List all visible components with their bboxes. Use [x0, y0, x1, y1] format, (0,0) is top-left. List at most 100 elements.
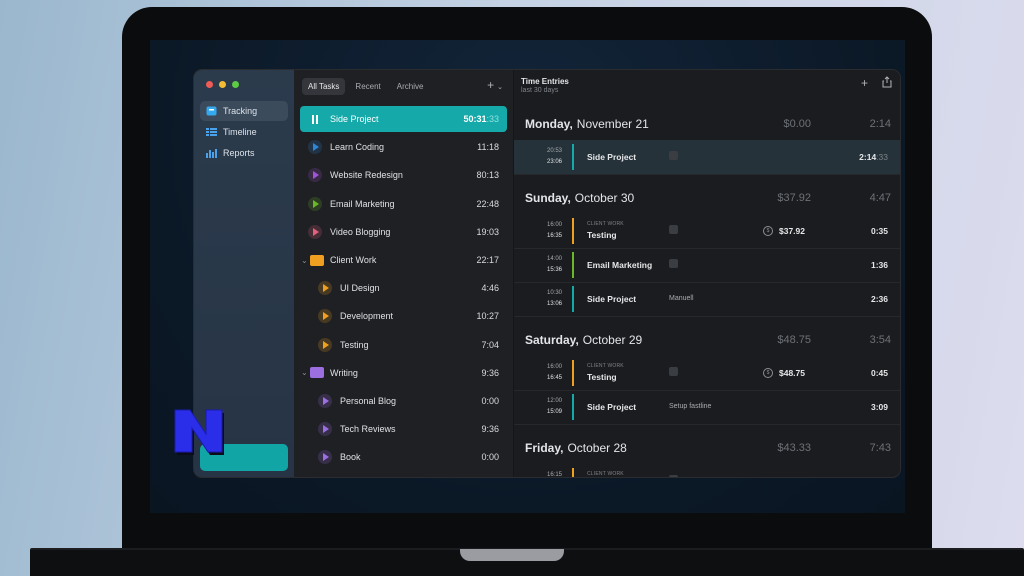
play-icon[interactable] — [318, 281, 332, 296]
day-amount: $37.92 — [777, 192, 811, 204]
plus-icon: + — [860, 76, 868, 90]
play-icon[interactable] — [308, 140, 322, 155]
entry-color-bar — [572, 394, 574, 420]
task-label: UI Design — [340, 283, 380, 294]
time-entry-row[interactable]: 12:00 15:09 Side Project Setup fastline 3:09 — [514, 390, 900, 425]
task-row[interactable]: Personal Blog 0:00 — [300, 388, 507, 414]
task-row[interactable]: Email Marketing 22:48 — [300, 191, 507, 217]
entry-duration: 1:36 — [870, 260, 888, 270]
task-row[interactable]: Development 10:27 — [300, 303, 507, 329]
zoom-button[interactable] — [232, 81, 239, 88]
laptop-screen: Tracking Timeline Reports All Tasks Rece… — [150, 40, 905, 513]
day-weekday: Sunday, — [525, 191, 571, 205]
day-total: 7:43 — [869, 442, 891, 454]
task-label: Learn Coding — [330, 142, 385, 153]
task-row[interactable]: UI Design 4:46 — [300, 275, 507, 301]
tab-archive[interactable]: Archive — [391, 78, 430, 95]
day-date: October 30 — [574, 191, 635, 205]
time-entry-row[interactable]: 14:00 15:36 Email Marketing 1:36 — [514, 248, 900, 283]
folder-icon — [310, 254, 324, 266]
play-icon[interactable] — [318, 450, 332, 465]
day-amount: $43.33 — [777, 442, 811, 454]
sidebar-item-reports[interactable]: Reports — [200, 143, 288, 163]
day-header: Sunday, October 30 $37.92 4:47 — [525, 188, 891, 208]
entry-group: CLIENT WORK — [587, 363, 624, 369]
page-title: Time Entries — [521, 77, 569, 86]
task-label: Video Blogging — [330, 226, 391, 237]
note-icon[interactable] — [669, 151, 678, 160]
play-icon[interactable] — [318, 337, 332, 352]
task-duration: 9:36 — [481, 367, 499, 378]
task-duration: 22:48 — [476, 198, 499, 209]
entry-name: Side Project — [587, 152, 637, 162]
day-amount: $48.75 — [777, 334, 811, 346]
day-header: Monday, November 21 $0.00 2:14 — [525, 114, 891, 134]
entry-color-bar — [572, 468, 574, 477]
sidebar-item-tracking[interactable]: Tracking — [200, 101, 288, 121]
entry-end: 23:06 — [546, 159, 562, 165]
entry-note: Setup fastline — [669, 403, 712, 410]
task-folder[interactable]: ⌄ Client Work 22:17 — [300, 247, 507, 273]
time-entry-row[interactable]: 10:30 13:06 Side Project Manuell 2:36 — [514, 282, 900, 317]
entry-name: Testing — [587, 230, 617, 240]
task-row[interactable]: Book 0:00 — [300, 444, 507, 470]
task-row[interactable]: Side Project 50:31:33 — [300, 106, 507, 132]
entry-name: Email Marketing — [587, 260, 653, 270]
play-icon[interactable] — [308, 168, 322, 183]
entry-duration: 2:36 — [870, 294, 888, 304]
entry-start: 10:30 — [546, 290, 562, 296]
time-entry-row[interactable]: 16:00 16:35 CLIENT WORK Testing $ $37.92 0:35 — [514, 214, 900, 249]
day-date: October 29 — [582, 333, 643, 347]
task-row[interactable]: Tech Reviews 9:36 — [300, 416, 507, 442]
entry-money: $37.92 — [779, 226, 805, 236]
sidebar-item-timeline[interactable]: Timeline — [200, 122, 288, 142]
task-duration: 11:18 — [477, 142, 499, 153]
play-icon[interactable] — [308, 196, 322, 211]
task-label: Writing — [330, 367, 358, 378]
play-icon[interactable] — [318, 394, 332, 408]
task-row[interactable]: Video Blogging 19:03 — [300, 219, 507, 245]
task-duration: 10:27 — [476, 311, 499, 322]
play-icon[interactable] — [308, 224, 322, 239]
reports-icon — [206, 148, 217, 158]
add-entry-button[interactable]: + — [861, 76, 868, 91]
play-icon[interactable] — [318, 422, 332, 437]
entry-name: Side Project — [587, 402, 637, 412]
task-duration: 0:00 — [481, 452, 499, 463]
play-icon[interactable] — [318, 309, 332, 324]
entry-color-bar — [572, 252, 574, 278]
time-entry-row[interactable]: 20:53 23:06 Side Project 2:14:33 — [514, 140, 900, 175]
task-label: Tech Reviews — [340, 424, 396, 435]
folder-icon — [310, 367, 324, 379]
entry-end: 13:06 — [546, 301, 562, 307]
tab-all-tasks[interactable]: All Tasks — [302, 78, 346, 95]
tab-recent[interactable]: Recent — [349, 78, 386, 95]
add-task-button[interactable]: + ⌄ — [487, 78, 503, 92]
chevron-down-icon[interactable]: ⌄ — [301, 256, 310, 265]
entry-end: 15:09 — [546, 409, 562, 415]
task-row[interactable]: Testing 7:04 — [300, 332, 507, 358]
day-total: 4:47 — [869, 192, 891, 204]
pause-icon[interactable] — [308, 112, 322, 126]
laptop-frame: Tracking Timeline Reports All Tasks Rece… — [122, 7, 932, 552]
chevron-down-icon[interactable]: ⌄ — [301, 368, 310, 377]
entry-money: $48.75 — [779, 368, 805, 378]
time-entry-row[interactable]: 16:00 16:45 CLIENT WORK Testing $ $48.75 0:45 — [514, 356, 900, 391]
task-label: Personal Blog — [340, 396, 397, 406]
day-amount: $0.00 — [783, 118, 811, 130]
minimize-button[interactable] — [219, 81, 226, 88]
dollar-icon: $ — [763, 368, 773, 378]
share-button[interactable] — [882, 76, 892, 91]
note-icon[interactable] — [669, 367, 678, 376]
note-icon[interactable] — [669, 475, 678, 477]
task-duration: 4:46 — [481, 283, 499, 294]
task-duration: 0:00 — [481, 396, 499, 406]
note-icon[interactable] — [669, 259, 678, 268]
task-row[interactable]: Website Redesign 80:13 — [300, 162, 507, 188]
note-icon[interactable] — [669, 225, 678, 234]
task-row[interactable]: Learn Coding 11:18 — [300, 134, 507, 160]
time-entry-row[interactable]: 16:15 CLIENT WORK — [514, 464, 900, 477]
close-button[interactable] — [206, 81, 213, 88]
page-subtitle: last 30 days — [521, 87, 559, 94]
task-folder[interactable]: ⌄ Writing 9:36 — [300, 360, 507, 386]
